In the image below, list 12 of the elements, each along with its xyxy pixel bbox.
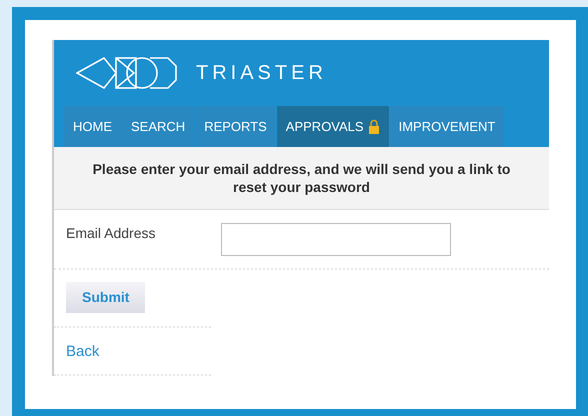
lock-icon <box>368 119 380 134</box>
nav-tab[interactable]: IMPROVEMENT <box>390 106 506 147</box>
submit-button[interactable]: Submit <box>66 282 146 314</box>
nav-tab[interactable]: APPROVALS <box>276 106 390 147</box>
nav-tab[interactable]: HOME <box>64 106 122 147</box>
instruction-text: Please enter your email address, and we will send you a link to reset your password <box>54 147 549 210</box>
nav-tab[interactable]: SEARCH <box>122 106 196 147</box>
field-label: Email Address <box>66 224 156 244</box>
brand-name: TRIASTER <box>196 61 327 86</box>
back-link[interactable]: Back <box>66 343 100 360</box>
email-field[interactable] <box>221 223 451 256</box>
nav-tab[interactable]: REPORTS <box>195 106 277 147</box>
